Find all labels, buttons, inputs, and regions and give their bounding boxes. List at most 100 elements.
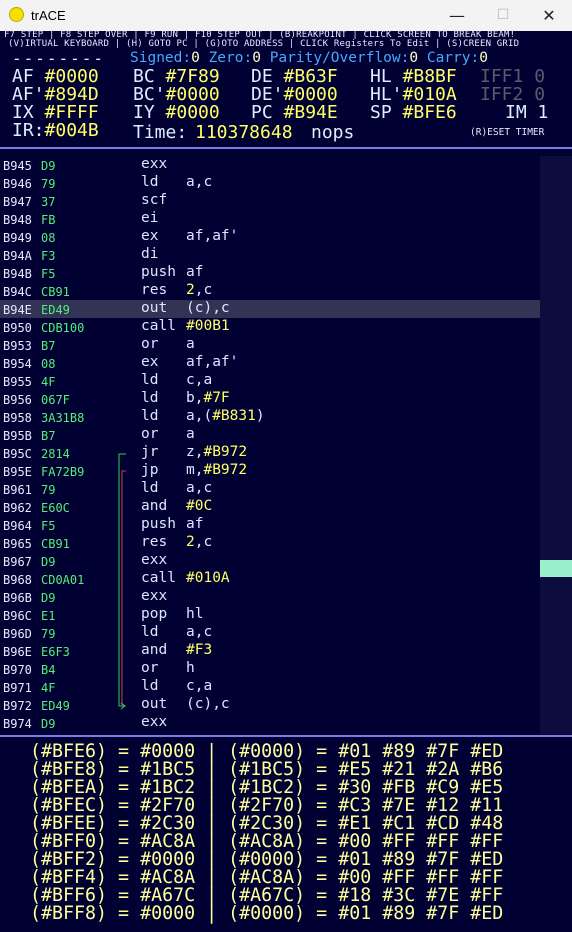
disassembly-row[interactable]: B96D 79 ld a,c <box>0 624 540 642</box>
operand-text: b, <box>186 390 204 406</box>
close-button[interactable]: ✕ <box>526 0 572 31</box>
disassembly-row[interactable]: B949 08 ex af,af' <box>0 228 540 246</box>
register-pc[interactable]: PC #B94E <box>251 103 338 122</box>
row-address: B95B <box>3 429 32 443</box>
row-bytes: ED49 <box>41 699 70 713</box>
row-mnemonic: ld <box>141 624 159 640</box>
zero-flag[interactable]: 0 <box>252 50 261 66</box>
row-operand: c,a <box>186 372 212 388</box>
register-ir[interactable]: IR:#004B <box>12 121 99 140</box>
disassembly-row[interactable]: B94E ED49 out (c),c <box>0 300 540 318</box>
disassembly-row[interactable]: B964 F5 push af <box>0 516 540 534</box>
row-address: B96D <box>3 627 32 641</box>
disassembly-row[interactable]: B968 CD0A01 call #010A <box>0 570 540 588</box>
disassembly-row[interactable]: B95E FA72B9 jp m,#B972 <box>0 462 540 480</box>
row-bytes: B7 <box>41 429 56 443</box>
disassembly-row[interactable]: B974 D9 exx <box>0 714 540 732</box>
disassembly-list[interactable]: B945 D9 exx B946 79 ld a,c B947 37 scf B948 FB ei B94… <box>0 156 540 735</box>
operand-text: a <box>186 336 195 352</box>
minimize-button[interactable]: — <box>434 0 480 31</box>
operand-suffix: ) <box>255 408 265 424</box>
row-bytes: D9 <box>41 717 56 731</box>
disassembly-row[interactable]: B950 CDB100 call #00B1 <box>0 318 540 336</box>
signed-flag[interactable]: 0 <box>191 50 200 66</box>
row-bytes: E1 <box>41 609 56 623</box>
row-address: B946 <box>3 177 32 191</box>
parity-flag[interactable]: 0 <box>409 50 418 66</box>
operand-text: a,c <box>186 174 213 190</box>
row-address: B94A <box>3 249 32 263</box>
disassembly-row[interactable]: B95B B7 or a <box>0 426 540 444</box>
row-bytes: ED49 <box>41 303 70 317</box>
disassembly-row[interactable]: B953 B7 or a <box>0 336 540 354</box>
disassembly-row[interactable]: B954 08 ex af,af' <box>0 354 540 372</box>
row-address: B948 <box>3 213 32 227</box>
disassembly-row[interactable]: B965 CB91 res 2,c <box>0 534 540 552</box>
row-operand: af <box>186 516 203 532</box>
disassembly-row[interactable]: B94B F5 push af <box>0 264 540 282</box>
register-iy[interactable]: IY #0000 <box>133 103 220 122</box>
row-mnemonic: ei <box>141 210 159 226</box>
row-bytes: 4F <box>41 681 56 695</box>
disassembly-row[interactable]: B94A F3 di <box>0 246 540 264</box>
row-address: B950 <box>3 321 32 335</box>
operand-value: #0C <box>186 498 213 514</box>
debugger-panel: F7 STEP | F8 STEP OVER | F9 RUN | F10 ST… <box>0 31 572 932</box>
disassembly-row[interactable]: B972 ED49 out (c),c <box>0 696 540 714</box>
disassembly-row[interactable]: B946 79 ld a,c <box>0 174 540 192</box>
row-bytes: D9 <box>41 591 56 605</box>
row-operand: a <box>186 336 195 352</box>
disassembly-scrollbar[interactable] <box>540 156 572 736</box>
title-bar[interactable]: trACE — ☐ ✕ <box>0 0 572 31</box>
row-address: B96B <box>3 591 32 605</box>
memory-bytes: #01 #89 #7F #ED <box>338 903 504 924</box>
disassembly-row[interactable]: B958 3A31B8 ld a,(#B831) <box>0 408 540 426</box>
row-address: B967 <box>3 555 32 569</box>
memory-row[interactable]: (#BFF8) = #0000 | (#0000) = #01 #89 #7F … <box>30 903 504 924</box>
disassembly-row[interactable]: B947 37 scf <box>0 192 540 210</box>
row-bytes: 79 <box>41 483 56 497</box>
row-bytes: B7 <box>41 339 56 353</box>
flags-line[interactable]: Signed:0 Zero:0 Parity/Overflow:0 Carry:… <box>130 50 488 66</box>
row-operand: a,c <box>186 174 212 190</box>
row-address: B94E <box>3 303 32 317</box>
memory-view[interactable]: (#BFE6) = #0000 | (#0000) = #01 #89 #7F … <box>0 742 572 931</box>
row-bytes: 2814 <box>41 447 70 461</box>
disassembly-row[interactable]: B96E E6F3 and #F3 <box>0 642 540 660</box>
row-mnemonic: or <box>141 336 159 352</box>
disassembly-row[interactable]: B945 D9 exx <box>0 156 540 174</box>
disassembly-row[interactable]: B971 4F ld c,a <box>0 678 540 696</box>
carry-flag[interactable]: 0 <box>479 50 488 66</box>
row-mnemonic: ld <box>141 390 159 406</box>
disassembly-row[interactable]: B962 E60C and #0C <box>0 498 540 516</box>
disassembly-row[interactable]: B96C E1 pop hl <box>0 606 540 624</box>
operand-text: a,c <box>186 624 213 640</box>
register-im[interactable]: IM 1 <box>505 103 548 122</box>
row-address: B96E <box>3 645 32 659</box>
row-operand: m,#B972 <box>186 462 247 478</box>
reset-timer-button[interactable]: (R)ESET TIMER <box>470 127 544 138</box>
disassembly-row[interactable]: B95C 2814 jr z,#B972 <box>0 444 540 462</box>
disassembly-row[interactable]: B955 4F ld c,a <box>0 372 540 390</box>
row-bytes: FA72B9 <box>41 465 85 479</box>
row-bytes: F3 <box>41 249 56 263</box>
row-mnemonic: pop <box>141 606 168 622</box>
disassembly-row[interactable]: B961 79 ld a,c <box>0 480 540 498</box>
row-mnemonic: scf <box>141 192 168 208</box>
row-operand: 2,c <box>186 282 212 298</box>
disassembly-row[interactable]: B94C CB91 res 2,c <box>0 282 540 300</box>
row-mnemonic: exx <box>141 588 168 604</box>
row-operand: #010A <box>186 570 230 586</box>
maximize-button[interactable]: ☐ <box>480 0 526 31</box>
disassembly-row[interactable]: B967 D9 exx <box>0 552 540 570</box>
disassembly-row[interactable]: B96B D9 exx <box>0 588 540 606</box>
time-label: Time: <box>133 122 188 143</box>
operand-value: #010A <box>186 570 230 586</box>
scrollbar-thumb[interactable] <box>540 560 572 577</box>
row-mnemonic: push <box>141 264 176 280</box>
disassembly-row[interactable]: B956 067F ld b,#7F <box>0 390 540 408</box>
row-bytes: D9 <box>41 159 56 173</box>
register-sp[interactable]: SP #BFE6 <box>370 103 457 122</box>
disassembly-row[interactable]: B970 B4 or h <box>0 660 540 678</box>
disassembly-row[interactable]: B948 FB ei <box>0 210 540 228</box>
